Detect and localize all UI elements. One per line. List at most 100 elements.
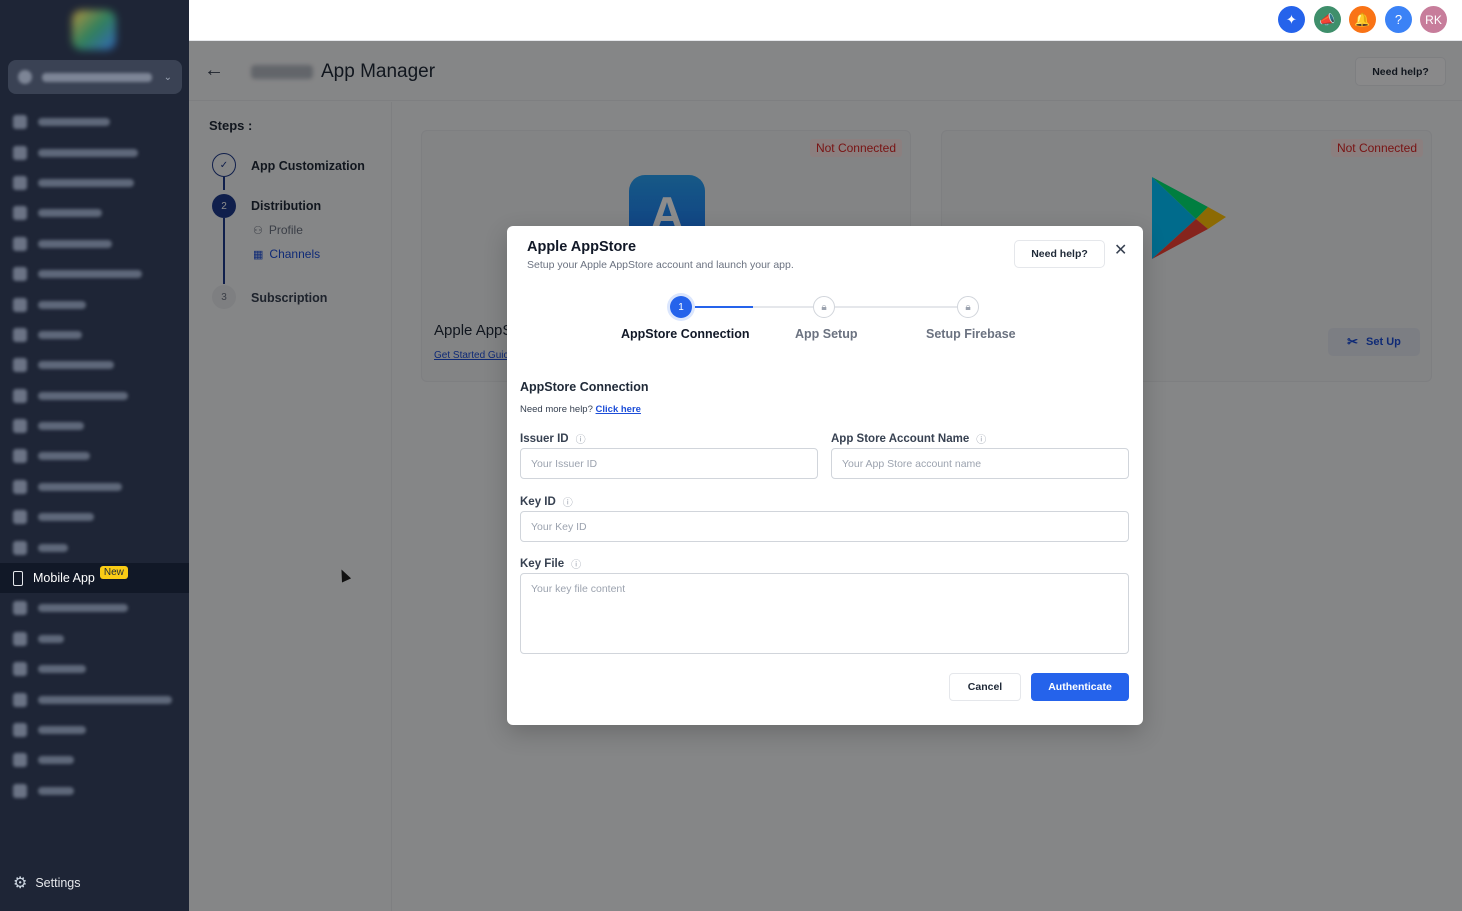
sidebar: ⌄ Mobile App New ⚙ Settings <box>0 0 189 911</box>
nav-label <box>38 422 84 431</box>
account-name-input[interactable] <box>831 448 1129 479</box>
nav-icon <box>13 723 27 737</box>
nav-label <box>38 270 142 279</box>
issuer-id-input[interactable] <box>520 448 818 479</box>
nav-icon <box>13 115 27 130</box>
agency-logo[interactable] <box>72 10 116 50</box>
nav-label <box>38 452 90 461</box>
settings-label: Settings <box>35 876 81 890</box>
avatar[interactable]: RK <box>1420 6 1447 33</box>
mobile-phone-icon <box>13 570 23 586</box>
chevron-down-icon: ⌄ <box>163 71 172 83</box>
sidebar-item[interactable] <box>0 381 189 411</box>
search-icon <box>18 70 32 84</box>
sidebar-item[interactable] <box>0 776 189 806</box>
nav-icon <box>13 206 27 221</box>
sidebar-item[interactable] <box>0 684 189 714</box>
account-switcher[interactable]: ⌄ <box>8 60 182 94</box>
sidebar-item[interactable] <box>0 168 189 198</box>
wizard-label-appstore-connection: AppStore Connection <box>621 327 750 341</box>
info-icon[interactable]: ⓘ <box>571 556 581 571</box>
info-icon[interactable]: ⓘ <box>576 431 586 446</box>
sidebar-item[interactable] <box>0 715 189 745</box>
sidebar-item-mobile-app[interactable]: Mobile App New <box>0 562 189 594</box>
modal-subtitle: Setup your Apple AppStore account and la… <box>527 259 794 271</box>
key-file-textarea[interactable] <box>520 573 1129 654</box>
nav-icon <box>13 662 27 677</box>
nav-icon <box>13 236 27 251</box>
key-id-label: Key ID ⓘ <box>520 494 573 510</box>
issuer-id-label: Issuer ID ⓘ <box>520 431 586 447</box>
sidebar-item[interactable] <box>0 259 189 289</box>
wizard-line <box>753 306 813 308</box>
nav-label <box>38 391 128 400</box>
top-bar: ✦ 📣 🔔 ? RK <box>189 0 1462 41</box>
more-help-label: Need more help? <box>520 404 593 415</box>
wizard-label-setup-firebase: Setup Firebase <box>926 327 1016 341</box>
nav-label <box>38 786 74 795</box>
nav-icon <box>13 783 27 798</box>
nav-label <box>38 665 86 674</box>
wizard-progress-line <box>692 306 753 308</box>
sidebar-item[interactable] <box>0 654 189 684</box>
sidebar-item[interactable] <box>0 107 189 137</box>
nav-label <box>38 543 68 552</box>
more-help-text: Need more help? Click here <box>520 404 641 415</box>
sidebar-item[interactable] <box>0 502 189 532</box>
sidebar-item[interactable] <box>0 472 189 502</box>
sidebar-item[interactable] <box>0 198 189 228</box>
megaphone-icon[interactable]: 📣 <box>1314 6 1341 33</box>
lock-icon: 🔒︎ <box>813 296 835 318</box>
sidebar-settings[interactable]: ⚙ Settings <box>13 873 81 893</box>
nav-icon <box>13 540 27 555</box>
nav-label <box>38 604 128 613</box>
info-icon[interactable]: ⓘ <box>976 431 986 446</box>
sidebar-item[interactable] <box>0 320 189 350</box>
help-icon[interactable]: ? <box>1385 6 1412 33</box>
wizard-label-app-setup: App Setup <box>795 327 858 341</box>
modal-need-help-button[interactable]: Need help? <box>1014 240 1105 268</box>
nav-icon <box>13 297 27 312</box>
key-id-input[interactable] <box>520 511 1129 542</box>
info-icon[interactable]: ⓘ <box>563 494 573 509</box>
nav-label <box>38 482 122 491</box>
nav-label <box>38 361 114 370</box>
nav-icon <box>13 601 27 616</box>
ai-sparkle-icon[interactable]: ✦ <box>1278 6 1305 33</box>
key-id-label-text: Key ID <box>520 495 556 508</box>
cancel-button[interactable]: Cancel <box>949 673 1021 701</box>
nav-icon <box>13 419 27 434</box>
key-file-label: Key File ⓘ <box>520 556 581 572</box>
sidebar-item[interactable] <box>0 411 189 441</box>
nav-label <box>38 118 110 127</box>
nav-label <box>38 148 138 157</box>
sidebar-item[interactable] <box>0 229 189 259</box>
sidebar-item[interactable] <box>0 624 189 654</box>
apple-appstore-modal: Apple AppStore Setup your Apple AppStore… <box>507 226 1143 725</box>
sidebar-item[interactable] <box>0 532 189 562</box>
nav-icon <box>13 267 27 282</box>
nav-icon <box>13 449 27 464</box>
sidebar-item[interactable] <box>0 137 189 167</box>
close-icon[interactable]: ✕ <box>1114 240 1127 260</box>
issuer-id-label-text: Issuer ID <box>520 432 569 445</box>
account-name-label: App Store Account Name ⓘ <box>831 431 986 447</box>
wizard-line <box>835 306 957 308</box>
lock-icon: 🔒︎ <box>957 296 979 318</box>
modal-title: Apple AppStore <box>527 239 637 255</box>
nav-icon <box>13 388 27 403</box>
nav-icon <box>13 510 27 525</box>
bell-icon[interactable]: 🔔 <box>1349 6 1376 33</box>
nav-label <box>38 513 94 522</box>
nav-icon <box>13 327 27 342</box>
sidebar-item[interactable] <box>0 441 189 471</box>
sidebar-item[interactable] <box>0 593 189 623</box>
authenticate-button[interactable]: Authenticate <box>1031 673 1129 701</box>
sidebar-item[interactable] <box>0 745 189 775</box>
sidebar-item[interactable] <box>0 350 189 380</box>
sidebar-item[interactable] <box>0 289 189 319</box>
nav-label <box>38 695 172 704</box>
nav-label <box>38 634 64 643</box>
click-here-link[interactable]: Click here <box>596 404 641 415</box>
section-title: AppStore Connection <box>520 380 649 394</box>
